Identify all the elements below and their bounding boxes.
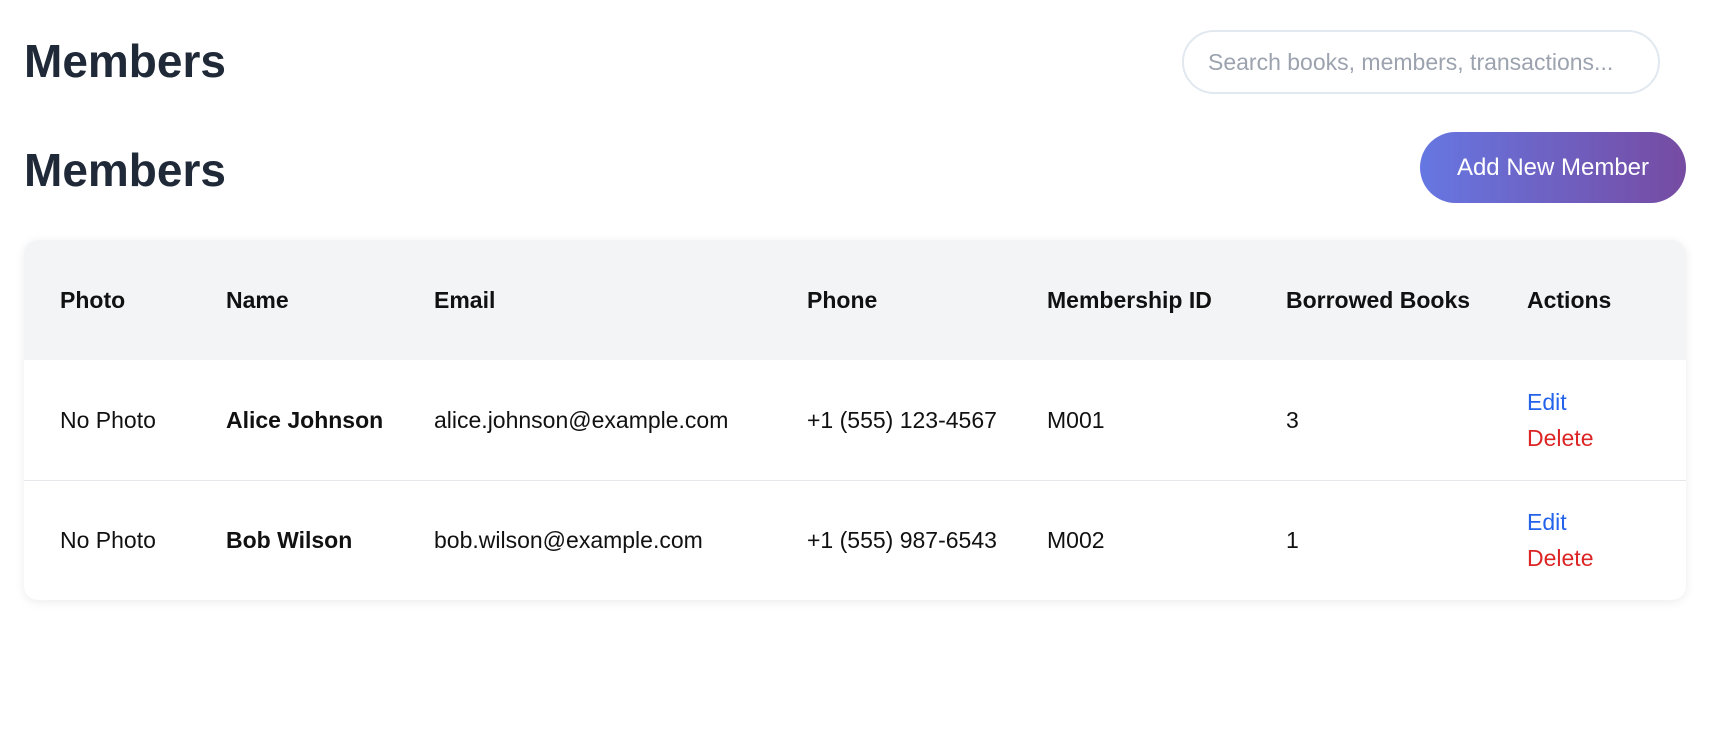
- section-title: Members: [24, 144, 226, 196]
- table-header: Photo Name Email Phone Membership ID Bor…: [24, 240, 1686, 360]
- member-email: bob.wilson@example.com: [434, 527, 703, 554]
- member-borrowed-books: 3: [1286, 406, 1299, 433]
- column-header-photo: Photo: [60, 287, 126, 313]
- member-membership-id: M001: [1047, 406, 1105, 433]
- top-bar: Members: [24, 30, 1664, 100]
- member-photo: No Photo: [60, 406, 156, 433]
- member-borrowed-books: 1: [1286, 527, 1299, 554]
- member-phone: +1 (555) 987-6543: [807, 527, 997, 554]
- table-row: No Photo Bob Wilson bob.wilson@example.c…: [24, 480, 1686, 600]
- column-header-membership-id: Membership ID: [1047, 287, 1212, 313]
- search-input[interactable]: [1182, 30, 1660, 94]
- table-row: No Photo Alice Johnson alice.johnson@exa…: [24, 360, 1686, 480]
- column-header-email: Email: [434, 287, 496, 313]
- member-photo: No Photo: [60, 527, 156, 554]
- section-header: Members Add New Member: [24, 132, 1686, 204]
- add-new-member-button[interactable]: Add New Member: [1420, 132, 1686, 203]
- page-title: Members: [24, 35, 226, 87]
- column-header-borrowed-books: Borrowed Books: [1286, 287, 1471, 313]
- table-header-row: Photo Name Email Phone Membership ID Bor…: [24, 240, 1686, 360]
- member-email: alice.johnson@example.com: [434, 406, 729, 433]
- table-body: No Photo Alice Johnson alice.johnson@exa…: [24, 360, 1686, 600]
- members-page: Members Members Add New Member Photo Nam…: [0, 0, 1717, 736]
- edit-link[interactable]: Edit: [1527, 504, 1674, 540]
- member-actions: Edit Delete: [1491, 360, 1686, 480]
- members-table: Photo Name Email Phone Membership ID Bor…: [24, 240, 1686, 600]
- member-actions: Edit Delete: [1491, 480, 1686, 600]
- column-header-name: Name: [226, 287, 289, 313]
- member-name: Bob Wilson: [226, 527, 353, 554]
- member-name: Alice Johnson: [226, 406, 384, 433]
- column-header-actions: Actions: [1527, 287, 1612, 313]
- column-header-phone: Phone: [807, 287, 878, 313]
- member-membership-id: M002: [1047, 527, 1105, 554]
- member-phone: +1 (555) 123-4567: [807, 406, 997, 433]
- edit-link[interactable]: Edit: [1527, 384, 1674, 420]
- members-table-card: Photo Name Email Phone Membership ID Bor…: [24, 240, 1686, 600]
- delete-link[interactable]: Delete: [1527, 540, 1674, 576]
- delete-link[interactable]: Delete: [1527, 420, 1674, 456]
